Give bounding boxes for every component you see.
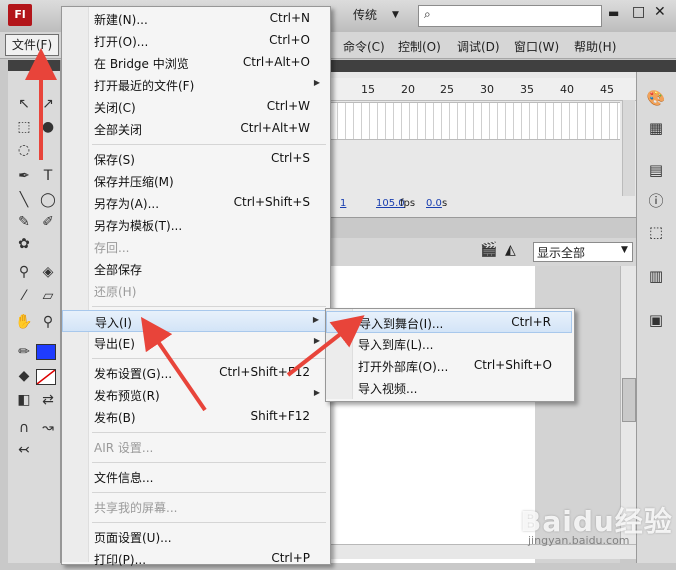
arrow-to-import: [140, 316, 207, 412]
watermark-url: jingyan.baidu.com: [528, 534, 630, 547]
arrow-to-import-stage: [286, 315, 365, 377]
annotation-arrows: [25, 48, 365, 412]
